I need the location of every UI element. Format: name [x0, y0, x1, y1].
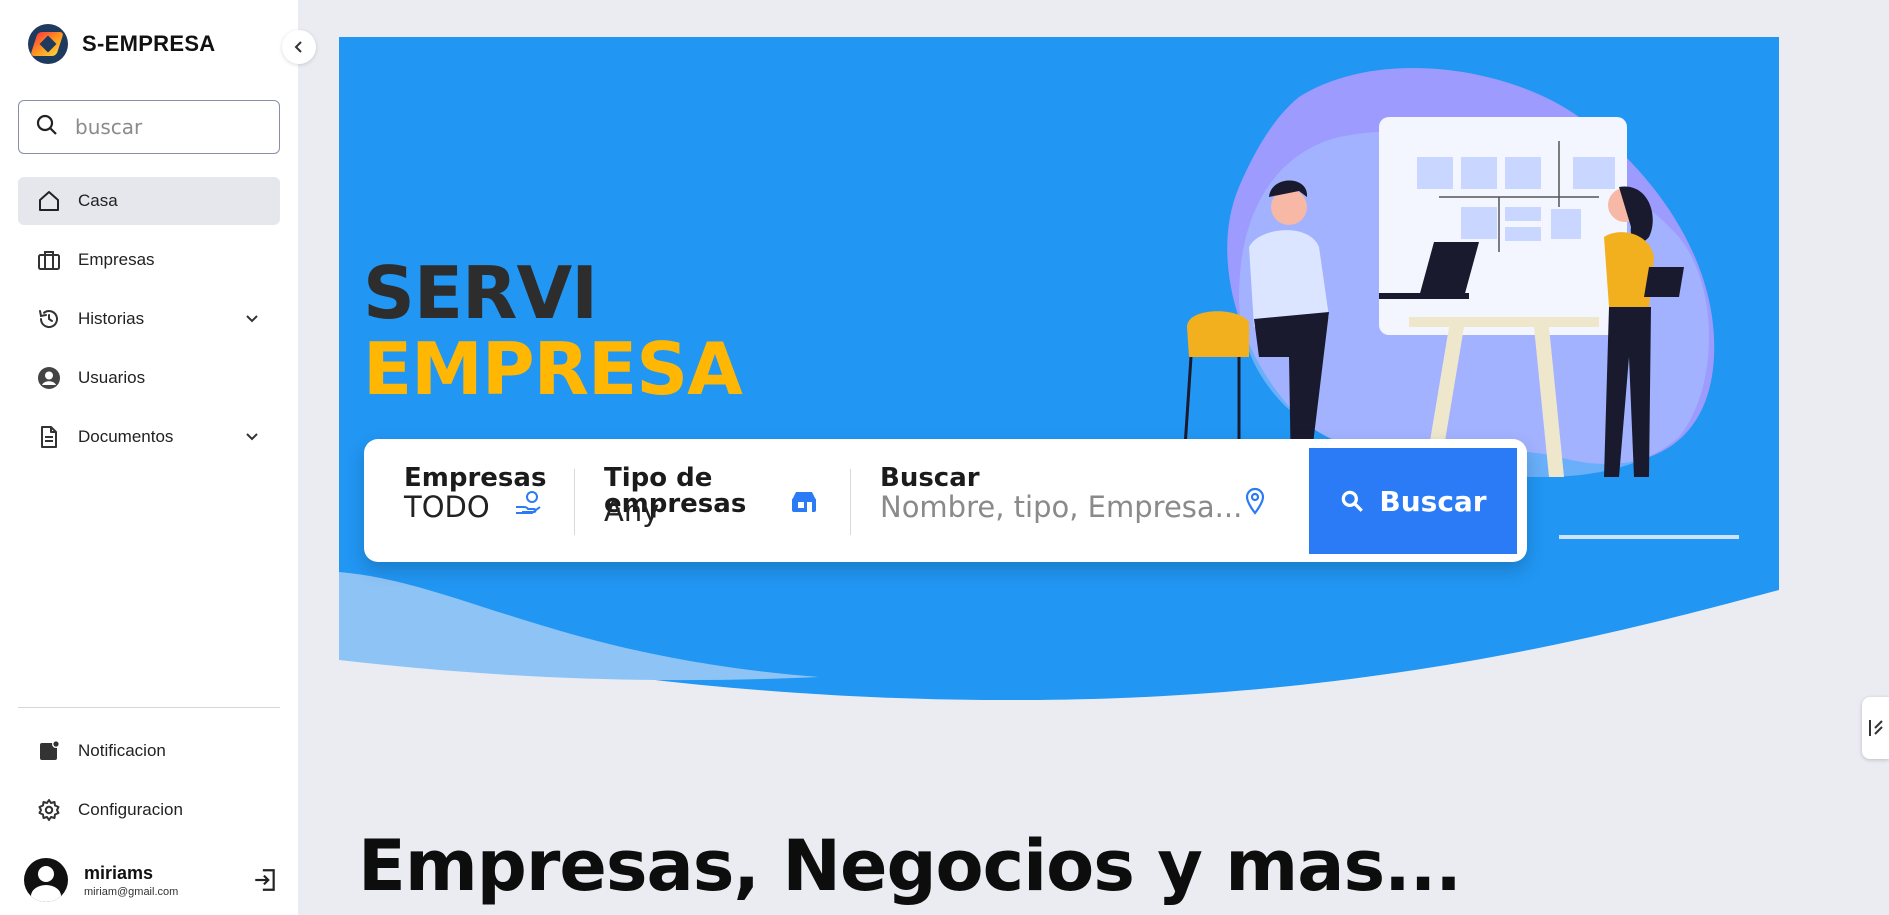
user-circle-icon [36, 365, 62, 391]
chevron-down-icon[interactable] [244, 310, 260, 330]
notification-icon [36, 738, 62, 764]
briefcase-icon [36, 247, 62, 273]
search-button[interactable]: Buscar [1309, 448, 1517, 554]
hero-title-line2: EMPRESA [363, 327, 743, 411]
store-icon [790, 489, 818, 519]
sidebar-item-label: Usuarios [78, 368, 146, 387]
search-button-label: Buscar [1379, 484, 1487, 518]
buscar-label: Buscar [880, 463, 980, 493]
search-icon [35, 113, 59, 141]
sidebar: S-EMPRESA Casa Empresas Historias [0, 0, 298, 915]
brand-logo [28, 24, 68, 64]
sidebar-item-usuarios[interactable]: Usuarios [18, 354, 280, 402]
gear-icon [36, 797, 62, 823]
sidebar-item-empresas[interactable]: Empresas [18, 236, 280, 284]
sidebar-item-casa[interactable]: Casa [18, 177, 280, 225]
widget-icon [1868, 720, 1883, 736]
location-pin-icon [1244, 487, 1266, 519]
brand-name: S-EMPRESA [82, 31, 216, 56]
tipo-empresas-filter[interactable]: Tipo de empresas Any [604, 465, 764, 527]
history-icon [36, 306, 62, 332]
chevron-down-icon[interactable] [244, 428, 260, 448]
section-title: Empresas, Negocios y mas... [358, 825, 1462, 907]
sidebar-divider [18, 707, 280, 708]
buscar-field[interactable]: Buscar Nombre, tipo, Empresa... [880, 465, 1280, 523]
sidebar-item-label: Configuracion [78, 800, 183, 819]
user-name: miriams [84, 862, 154, 883]
sidebar-item-label: Documentos [78, 427, 174, 446]
hero-title: SERVI EMPRESA [363, 251, 743, 411]
sidebar-nav: Casa Empresas Historias Usuarios Documen… [18, 177, 280, 472]
user-profile[interactable]: miriams miriam@gmail.com [24, 855, 280, 905]
sidebar-item-label: Notificacion [78, 741, 166, 760]
user-email: miriam@gmail.com [84, 885, 179, 898]
sidebar-item-notificacion[interactable]: Notificacion [18, 727, 280, 775]
home-icon [36, 188, 62, 214]
buscar-input[interactable]: Nombre, tipo, Empresa... [880, 491, 1270, 523]
hand-coin-icon [514, 489, 542, 521]
empresas-filter-label: Empresas [404, 463, 547, 493]
collapse-sidebar-button[interactable] [282, 30, 316, 64]
brand[interactable]: S-EMPRESA [28, 24, 216, 64]
sidebar-item-label: Historias [78, 309, 145, 328]
sidebar-item-label: Casa [78, 191, 118, 210]
sidebar-item-configuracion[interactable]: Configuracion [18, 786, 280, 834]
sidebar-search[interactable] [18, 100, 280, 154]
avatar [24, 858, 68, 902]
search-input[interactable] [75, 115, 255, 139]
sidebar-item-label: Empresas [78, 250, 155, 269]
hero-search-card: Empresas TODO Tipo de empresas Any Busca… [364, 439, 1527, 562]
sidebar-bottom-nav: Notificacion Configuracion [18, 727, 280, 845]
field-separator [850, 469, 851, 535]
side-widget-tab[interactable] [1862, 697, 1889, 759]
hero-title-line1: SERVI [363, 251, 598, 335]
field-separator [574, 469, 575, 535]
sidebar-item-historias[interactable]: Historias [18, 295, 280, 343]
sidebar-item-documentos[interactable]: Documentos [18, 413, 280, 461]
document-icon [36, 424, 62, 450]
logout-icon[interactable] [252, 867, 278, 897]
search-icon [1342, 490, 1364, 512]
hero-banner: SERVI EMPRESA [339, 37, 1779, 700]
